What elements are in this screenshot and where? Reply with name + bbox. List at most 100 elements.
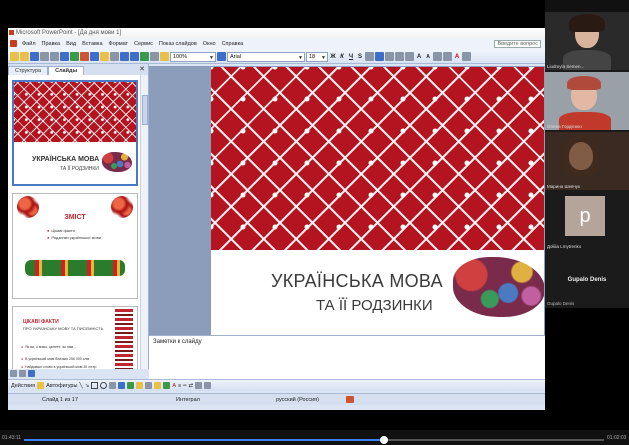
spelling-status-icon[interactable] [346,396,354,403]
window-title: Microsoft PowerPoint - [Да дня мови 1] [16,30,122,36]
rectangle-icon[interactable] [91,382,99,389]
italic-icon[interactable]: К [338,54,346,60]
slide-thumbnail-2[interactable]: ЗМІСТ Цікаві факти Родзинки української … [12,193,138,299]
shadow-style-icon[interactable] [195,382,203,389]
ruler [149,64,545,66]
insert-table-icon[interactable] [150,52,159,61]
insert-chart-icon[interactable] [140,52,149,61]
line-icon[interactable]: ╲ [79,383,82,389]
slideshow-icon[interactable] [28,370,35,377]
seek-bar[interactable] [24,436,604,444]
seek-handle[interactable] [379,436,388,444]
open-icon[interactable] [20,52,29,61]
wordart-icon[interactable] [118,382,126,389]
slide-design-icon[interactable] [462,52,471,61]
fill-color-icon[interactable] [154,382,162,389]
menu-tools[interactable]: Сервис [134,41,153,47]
3d-style-icon[interactable] [204,382,212,389]
dash-style-icon[interactable]: ┅ [183,383,186,389]
paste-icon[interactable] [100,52,109,61]
slide-sorter-icon[interactable] [19,370,26,377]
line-color-icon[interactable] [163,382,171,389]
bullets-icon[interactable] [405,52,414,61]
oval-icon[interactable] [100,382,108,389]
menu-insert[interactable]: Вставка [82,41,102,47]
copy-icon[interactable] [90,52,99,61]
normal-view-icon[interactable] [10,370,17,377]
decrease-font-icon[interactable]: A [424,54,432,60]
participant-hair [563,136,599,176]
speaker-big-name: Gupalo Denis [567,277,607,283]
line-style-icon[interactable]: ≡ [178,383,181,389]
participant-tile[interactable]: p Дoliiia Lmytrenko [545,192,629,250]
view-buttons [8,369,149,379]
print-preview-icon[interactable] [60,52,69,61]
numbering-icon[interactable] [395,52,404,61]
decrease-indent-icon[interactable] [433,52,442,61]
menu-window[interactable]: Окно [203,41,216,47]
diagram-icon[interactable] [127,382,135,389]
spelling-icon[interactable] [70,52,79,61]
print-icon[interactable] [50,52,59,61]
align-left-icon[interactable] [365,52,374,61]
arrow-icon[interactable]: ↘ [85,383,90,389]
panel-tabs: Структура Слайды ✕ [8,64,148,75]
menu-slideshow[interactable]: Показ слайдов [159,41,197,47]
font-name: Arial [230,53,242,60]
shadow-icon[interactable]: S [356,54,364,60]
close-icon[interactable]: ✕ [139,65,145,73]
clipart-icon[interactable] [136,382,144,389]
redo-icon[interactable] [130,52,139,61]
align-center-icon[interactable] [375,52,384,61]
help-icon[interactable] [217,52,226,61]
slide-subtitle[interactable]: ТА ЇЇ РОДЗИНКИ [316,297,433,314]
tab-outline[interactable]: Структура [8,66,49,75]
chevron-down-icon: ▼ [209,54,214,61]
increase-indent-icon[interactable] [443,52,452,61]
autoshapes-menu[interactable]: Автофигуры [46,383,77,389]
textbox-icon[interactable] [109,382,117,389]
tab-slides[interactable]: Слайды [48,66,85,75]
font-color-icon[interactable]: A [453,54,461,60]
font-size-select[interactable]: 18 ▼ [306,51,328,62]
font-select[interactable]: Arial ▼ [227,51,305,62]
notes-placeholder: Заметки к слайду [153,339,202,345]
notes-pane[interactable]: Заметки к слайду [149,335,545,379]
participant-tile[interactable]: Liudmyla Semen... [545,12,629,70]
new-icon[interactable] [10,52,19,61]
align-right-icon[interactable] [385,52,394,61]
increase-font-icon[interactable]: A [415,54,423,60]
thumbnail-subtitle: ПРО УКРАЇНСЬКУ МОВУ ТА ПИСЕМНІСТЬ [23,326,104,331]
participant-name: Марина Шевчук [547,184,580,189]
bold-icon[interactable]: Ж [329,54,337,60]
picture-icon[interactable] [145,382,153,389]
format-painter-icon[interactable] [110,52,119,61]
menu-edit[interactable]: Правка [42,41,61,47]
save-icon[interactable] [30,52,39,61]
slide-thumbnail-1[interactable]: УКРАЇНСЬКА МОВА ТА ЇЇ РОДЗИНКИ [12,80,138,186]
current-slide[interactable]: УКРАЇНСЬКА МОВА ТА ЇЇ РОДЗИНКИ [211,67,544,339]
participant-name: Дoliiia Lmytrenko [547,244,582,249]
underline-icon[interactable]: Ч [347,54,355,60]
menu-file[interactable]: Файл [22,41,36,47]
font-color-icon[interactable]: A [172,383,176,389]
slide-title[interactable]: УКРАЇНСЬКА МОВА [271,271,443,292]
show-grid-icon[interactable] [160,52,169,61]
arrow-style-icon[interactable]: ⇄ [189,383,194,389]
speaker-tile[interactable]: Gupalo Denis Gupalo Denis [545,261,629,308]
permission-icon[interactable] [40,52,49,61]
undo-icon[interactable] [120,52,129,61]
scrollbar-thumb[interactable] [142,95,148,125]
screen: Microsoft PowerPoint - [Да дня мови 1] Ф… [0,0,629,445]
menu-help[interactable]: Справка [222,41,244,47]
actions-menu[interactable]: Действия [11,383,35,389]
help-search-box[interactable]: Введите вопрос [494,40,541,48]
zoom-select[interactable]: 100% ▼ [170,51,216,62]
menu-format[interactable]: Формат [109,41,129,47]
thumbnails-scrollbar[interactable] [140,75,148,379]
participant-tile[interactable]: Олена Гордієнко [545,72,629,130]
menu-view[interactable]: Вид [66,41,76,47]
select-objects-icon[interactable] [37,382,45,389]
cut-icon[interactable] [80,52,89,61]
participant-tile[interactable]: Марина Шевчук [545,132,629,190]
